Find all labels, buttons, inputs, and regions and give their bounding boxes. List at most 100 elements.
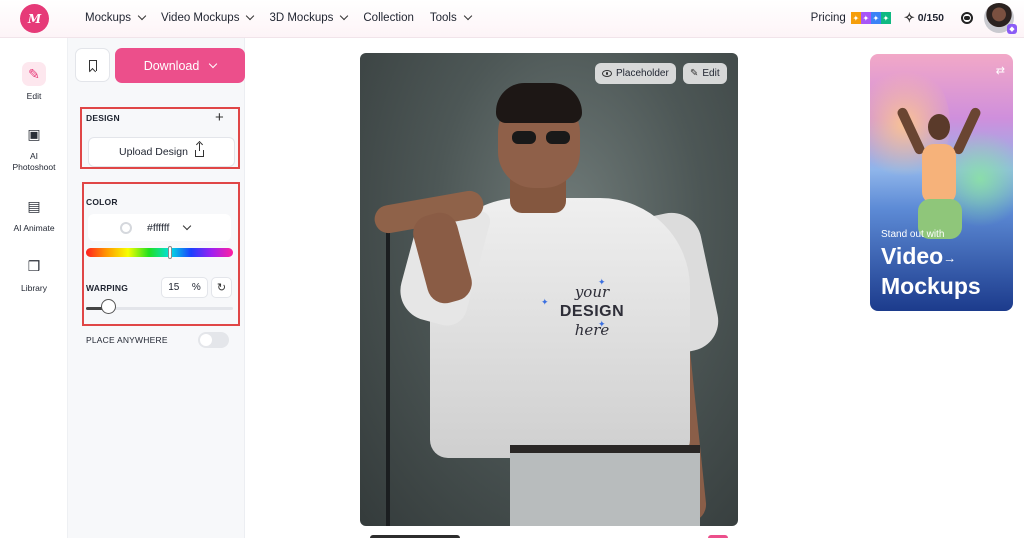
video-mockups-promo-card[interactable]: ⇄ Stand out with Video→ Mockups xyxy=(870,54,1013,311)
ai-badge-icon: ✦ xyxy=(850,12,861,24)
bookmark-button[interactable] xyxy=(75,48,110,82)
warping-label: WARPING xyxy=(86,283,129,293)
promo-model-head xyxy=(928,114,950,140)
placeholder-label: Placeholder xyxy=(616,68,669,79)
model-hair xyxy=(496,83,582,123)
rail-item-label: Edit xyxy=(26,91,42,101)
nav-tools[interactable]: Tools xyxy=(429,11,472,24)
rail-item-label: Library xyxy=(21,283,47,293)
pants xyxy=(510,453,700,526)
warping-slider-handle[interactable] xyxy=(101,299,117,314)
nav-3d-mockups[interactable]: 3D Mockups xyxy=(269,11,349,24)
canvas-area: your DESIGN here ✦ ✦ ✦ Placeholder ✎ Edi… xyxy=(245,38,860,538)
library-icon: ❒ xyxy=(27,257,41,274)
ai-badge-icon: ✦ xyxy=(860,12,871,24)
brand-logo[interactable]: M xyxy=(20,4,49,33)
refresh-icon: ↻ xyxy=(216,282,227,294)
upload-design-button[interactable]: Upload Design xyxy=(88,137,235,167)
nav-mockups[interactable]: Mockups xyxy=(85,11,147,24)
design-section-label: DESIGN xyxy=(86,113,120,123)
sunglasses xyxy=(512,131,570,145)
design-placeholder-line: here xyxy=(574,321,610,339)
ai-badge-icon: ✦ xyxy=(880,12,891,24)
chevron-down-icon xyxy=(463,11,472,21)
app-root: M Mockups Video Mockups 3D Mockups Colle… xyxy=(0,0,1024,538)
place-anywhere-label: PLACE ANYWHERE xyxy=(86,335,168,345)
user-avatar[interactable]: ◆ xyxy=(984,3,1017,34)
nav-tools-label: Tools xyxy=(429,12,457,24)
chevron-down-icon xyxy=(340,11,349,21)
upload-design-label: Upload Design xyxy=(119,146,188,158)
left-rail: ✎ Edit ▣ AI Photoshoot ▤ AI Animate ❒ Li… xyxy=(0,38,68,538)
pricing-link[interactable]: Pricing xyxy=(811,12,846,24)
download-label: Download xyxy=(143,58,200,73)
settings-panel: Download DESIGN + Upload Design COLOR #f… xyxy=(68,38,245,538)
add-design-icon[interactable]: + xyxy=(215,110,224,125)
placeholder-toggle-button[interactable]: Placeholder xyxy=(595,63,676,84)
ai-feature-badges[interactable]: ✦ ✦ ✦ ✦ xyxy=(850,12,891,24)
shuffle-icon[interactable]: ⇄ xyxy=(996,64,1005,77)
chevron-down-icon xyxy=(246,11,255,21)
design-placeholder[interactable]: your DESIGN here xyxy=(542,283,642,340)
credits-value: 0/150 xyxy=(917,12,944,24)
warping-value: 15 xyxy=(168,282,180,293)
sparkle-icon: ✦ xyxy=(598,319,606,329)
edit-label: Edit xyxy=(702,68,720,79)
mockup-preview[interactable]: your DESIGN here ✦ ✦ ✦ Placeholder ✎ Edi… xyxy=(360,53,738,526)
download-button[interactable]: Download xyxy=(115,48,245,83)
upload-icon xyxy=(194,143,204,157)
color-hex-value: #ffffff xyxy=(147,221,170,234)
pencil-icon: ✎ xyxy=(690,68,699,79)
sparkle-icon: ✦ xyxy=(541,297,549,307)
nav-collection[interactable]: Collection xyxy=(363,12,414,24)
pencil-icon: ✎ xyxy=(22,62,46,86)
design-placeholder-line: DESIGN xyxy=(559,303,625,320)
warping-unit: % xyxy=(191,282,201,293)
credits-counter[interactable]: ✧ 0/150 xyxy=(904,10,944,26)
photo-edit-icon: ▣ xyxy=(27,125,41,142)
promo-model-top xyxy=(922,144,956,204)
eye-icon xyxy=(602,70,612,77)
color-section-label: COLOR xyxy=(86,197,118,207)
rail-item-library[interactable]: ❒ Library xyxy=(0,254,68,294)
rail-item-ai-photoshoot[interactable]: ▣ AI Photoshoot xyxy=(0,122,68,173)
nav-collection-label: Collection xyxy=(363,12,414,24)
chevron-down-icon xyxy=(183,221,192,230)
design-placeholder-line: your xyxy=(574,283,610,301)
rail-item-ai-animate[interactable]: ▤ AI Animate xyxy=(0,194,68,234)
promo-title-line: Video xyxy=(881,243,944,269)
edit-button[interactable]: ✎ Edit xyxy=(683,63,727,84)
arrow-right-icon: → xyxy=(943,250,957,266)
reset-warping-button[interactable]: ↻ xyxy=(211,277,232,298)
promo-title-line: Mockups xyxy=(881,273,981,300)
chevron-down-icon xyxy=(137,11,147,21)
color-swatch xyxy=(120,221,132,234)
plan-badge-icon: ◆ xyxy=(1007,24,1017,34)
chevron-down-icon xyxy=(209,59,218,68)
main-nav: Mockups Video Mockups 3D Mockups Collect… xyxy=(85,0,472,36)
place-anywhere-toggle[interactable] xyxy=(198,332,229,348)
hue-slider-handle[interactable] xyxy=(168,246,172,259)
top-bar: M Mockups Video Mockups 3D Mockups Colle… xyxy=(0,0,1024,38)
sparkle-icon: ✧ xyxy=(903,10,915,25)
ai-badge-icon: ✦ xyxy=(870,12,881,24)
rail-item-edit[interactable]: ✎ Edit xyxy=(0,62,68,102)
bookmark-icon xyxy=(88,59,97,71)
sparkle-icon: ✦ xyxy=(598,277,606,287)
nav-mockups-label: Mockups xyxy=(85,12,132,24)
nav-3d-mockups-label: 3D Mockups xyxy=(269,12,334,24)
color-picker-dropdown[interactable]: #ffffff xyxy=(88,214,231,241)
rail-item-label: AI Photoshoot xyxy=(12,151,56,172)
nav-video-mockups[interactable]: Video Mockups xyxy=(161,11,255,24)
rail-item-label: AI Animate xyxy=(13,223,55,233)
support-icon[interactable] xyxy=(961,12,973,24)
promo-subtitle: Stand out with xyxy=(881,229,945,240)
header-actions: Pricing ✦ ✦ ✦ ✦ ✧ 0/150 ◆ xyxy=(811,0,1017,36)
nav-video-mockups-label: Video Mockups xyxy=(161,12,240,24)
background-pole xyxy=(386,213,390,526)
promo-title: Video→ Mockups xyxy=(881,242,981,301)
warping-input[interactable]: 15 % xyxy=(161,277,208,298)
toggle-knob xyxy=(200,334,212,346)
hue-slider[interactable] xyxy=(86,248,233,257)
clapperboard-icon: ▤ xyxy=(27,197,41,214)
